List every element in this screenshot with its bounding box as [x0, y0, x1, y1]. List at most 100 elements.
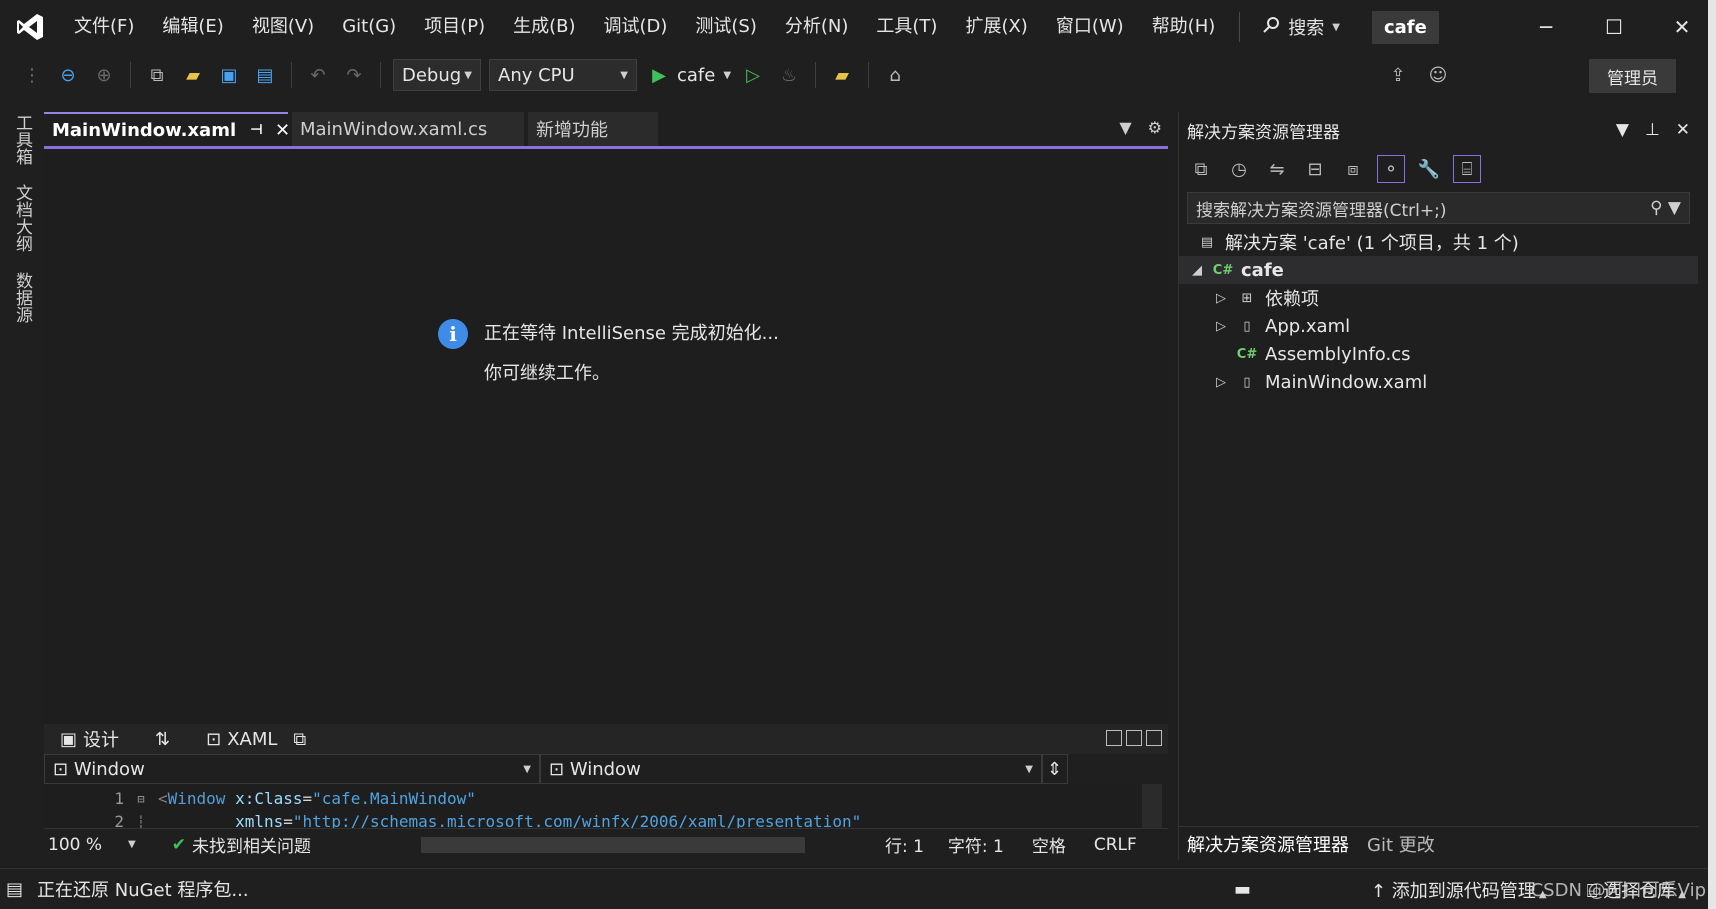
back-button[interactable]: ⊖ — [54, 61, 82, 89]
open-folder-button[interactable]: ▰ — [179, 61, 207, 89]
toolbox-tab[interactable]: 工具箱 — [10, 114, 35, 165]
member-scope-select[interactable]: ⊡ Window ▼ — [540, 754, 1042, 784]
line-indicator[interactable]: 行: 1 — [885, 832, 924, 857]
visual-studio-logo-icon[interactable] — [0, 0, 60, 54]
save-button[interactable]: ▣ — [215, 61, 243, 89]
design-tab[interactable]: ▣ 设计 — [60, 726, 119, 752]
platform-select[interactable]: Any CPU ▼ — [489, 59, 637, 91]
pin-icon[interactable]: ⊣ — [250, 122, 263, 138]
maximize-button[interactable]: ☐ — [1580, 0, 1648, 54]
char-indicator[interactable]: 字符: 1 — [948, 832, 1004, 857]
tab-mainwindow-xaml-cs[interactable]: MainWindow.xaml.cs — [292, 112, 524, 146]
collapsed-arrow-icon[interactable]: ▷ — [1213, 291, 1229, 306]
element-scope-select[interactable]: ⊡ Window ▼ — [44, 754, 540, 784]
chevron-down-icon[interactable]: ▼ — [1616, 120, 1629, 140]
start-without-debugging-button[interactable]: ▷ — [739, 61, 767, 89]
chevron-down-icon[interactable]: ▼ — [1119, 118, 1131, 137]
collapsed-arrow-icon[interactable]: ▷ — [1213, 375, 1229, 390]
tab-whats-new[interactable]: 新增功能 — [528, 112, 658, 146]
tab-mainwindow-xaml[interactable]: MainWindow.xaml ⊣ ✕ — [44, 112, 290, 146]
data-sources-tab[interactable]: 数据源 — [10, 272, 35, 323]
fold-toggle-icon[interactable]: ⊟ — [124, 792, 158, 806]
chevron-down-icon[interactable]: ▼ — [128, 839, 136, 850]
code-line[interactable]: 1 ⊟ < Window x:Class = "cafe.MainWindow" — [44, 786, 1134, 811]
close-icon[interactable]: ✕ — [1676, 120, 1690, 140]
tab-solution-explorer[interactable]: 解决方案资源管理器 — [1187, 831, 1349, 857]
close-icon[interactable]: ✕ — [275, 120, 290, 141]
menu-edit[interactable]: 编辑(E) — [148, 0, 237, 54]
vertical-split-icon[interactable] — [1106, 730, 1122, 746]
menu-help[interactable]: 帮助(H) — [1138, 0, 1230, 54]
xaml-tab[interactable]: ⊡ XAML — [206, 729, 277, 750]
menu-extensions[interactable]: 扩展(X) — [951, 0, 1041, 54]
pin-icon[interactable]: ⊥ — [1645, 120, 1660, 140]
output-icon[interactable]: ▤ — [6, 879, 23, 900]
close-button[interactable]: ✕ — [1648, 0, 1716, 54]
minimize-button[interactable]: ─ — [1512, 0, 1580, 54]
global-search[interactable]: 搜索 ▼ — [1250, 14, 1352, 40]
issues-status[interactable]: 未找到相关问题 — [192, 832, 311, 857]
configuration-select[interactable]: Debug ▼ — [393, 59, 481, 91]
whitespace-indicator[interactable]: 空格 — [1032, 832, 1066, 857]
preview-selected-icon[interactable]: ⌸ — [1453, 155, 1481, 183]
sync-icon[interactable]: ⇋ — [1263, 155, 1291, 183]
menu-file[interactable]: 文件(F) — [60, 0, 148, 54]
collapsed-arrow-icon[interactable]: ▷ — [1213, 319, 1229, 334]
status-bar: ▤ 正在还原 NuGet 程序包... ▬ ↑ 添加到源代码管理 ▲ ⌸ 选择仓… — [0, 868, 1716, 909]
hot-reload-button[interactable]: ♨ — [775, 61, 803, 89]
forward-button[interactable]: ⊕ — [90, 61, 118, 89]
zoom-level[interactable]: 100 % — [48, 835, 128, 855]
line-ending-indicator[interactable]: CRLF — [1094, 835, 1137, 855]
menu-window[interactable]: 窗口(W) — [1042, 0, 1138, 54]
menu-analyze[interactable]: 分析(N) — [771, 0, 863, 54]
save-icon: ▣ — [220, 64, 238, 86]
layout-button[interactable]: ⌂ — [881, 61, 909, 89]
menu-tools[interactable]: 工具(T) — [862, 0, 951, 54]
menu-view[interactable]: 视图(V) — [238, 0, 328, 54]
tree-app-xaml-node[interactable]: ▷ ▯ App.xaml — [1179, 312, 1698, 340]
menu-project[interactable]: 项目(P) — [410, 0, 499, 54]
switch-views-icon[interactable]: ⧉ — [1187, 155, 1215, 183]
collapse-all-icon[interactable]: ⊟ — [1301, 155, 1329, 183]
source-control-button[interactable]: ↑ 添加到源代码管理 ▲ — [1371, 877, 1547, 903]
xaml-designer-surface[interactable]: i 正在等待 IntelliSense 完成初始化... 你可继续工作。 — [44, 149, 1168, 724]
menu-debug[interactable]: 调试(D) — [590, 0, 682, 54]
tree-mainwindow-xaml-node[interactable]: ▷ ▯ MainWindow.xaml — [1179, 368, 1698, 396]
indent-guide: ┆ — [137, 814, 145, 829]
menu-test[interactable]: 测试(S) — [681, 0, 770, 54]
find-in-files-button[interactable]: ▰ — [828, 61, 856, 89]
tree-dependencies-node[interactable]: ▷ ⊞ 依赖项 — [1179, 284, 1698, 312]
run-target-label[interactable]: cafe — [677, 65, 715, 86]
chevron-down-icon[interactable]: ▼ — [723, 70, 731, 81]
element-icon: ⊡ — [53, 758, 74, 780]
popout-xaml-button[interactable]: ⧉ — [293, 729, 306, 750]
gear-icon[interactable]: ⚙ — [1148, 118, 1162, 137]
pending-changes-icon[interactable]: ◷ — [1225, 155, 1253, 183]
tree-project-node[interactable]: ◢ C# cafe — [1179, 256, 1698, 284]
tree-solution-node[interactable]: ▤ 解决方案 'cafe' (1 个项目，共 1 个) — [1179, 228, 1698, 256]
split-editor-button[interactable]: ⇕ — [1042, 754, 1068, 784]
swap-panes-button[interactable]: ⇅ — [155, 729, 170, 750]
redo-button[interactable]: ↷ — [340, 61, 368, 89]
menu-git[interactable]: Git(G) — [328, 0, 410, 54]
feedback-button[interactable]: ☺ — [1424, 61, 1452, 89]
document-outline-tab[interactable]: 文档大纲 — [10, 184, 35, 252]
save-all-button[interactable]: ▤ — [251, 61, 279, 89]
live-share-button[interactable]: ⇪ — [1384, 61, 1412, 89]
expanded-arrow-icon[interactable]: ◢ — [1189, 263, 1205, 278]
start-debugging-button[interactable]: ▶ — [645, 61, 673, 89]
new-project-button[interactable]: ⧉ — [143, 61, 171, 89]
solution-search-input[interactable]: 搜索解决方案资源管理器(Ctrl+;) ⚲ ▼ — [1187, 192, 1690, 224]
undo-button[interactable]: ↶ — [304, 61, 332, 89]
admin-badge[interactable]: 管理员 — [1589, 59, 1676, 93]
notifications-bar-icon[interactable]: ▬ — [1234, 879, 1251, 900]
show-all-files-icon[interactable]: ⧈ — [1339, 155, 1367, 183]
tab-git-changes[interactable]: Git 更改 — [1367, 831, 1435, 857]
properties-wrench-icon[interactable]: 🔧 — [1415, 155, 1443, 183]
tree-assemblyinfo-node[interactable]: C# AssemblyInfo.cs — [1179, 340, 1698, 368]
track-active-item-icon[interactable]: ⚬ — [1377, 155, 1405, 183]
horizontal-split-icon[interactable] — [1126, 730, 1142, 746]
menu-build[interactable]: 生成(B) — [499, 0, 589, 54]
horizontal-scrollbar[interactable] — [420, 836, 805, 853]
collapse-pane-icon[interactable] — [1146, 730, 1162, 746]
